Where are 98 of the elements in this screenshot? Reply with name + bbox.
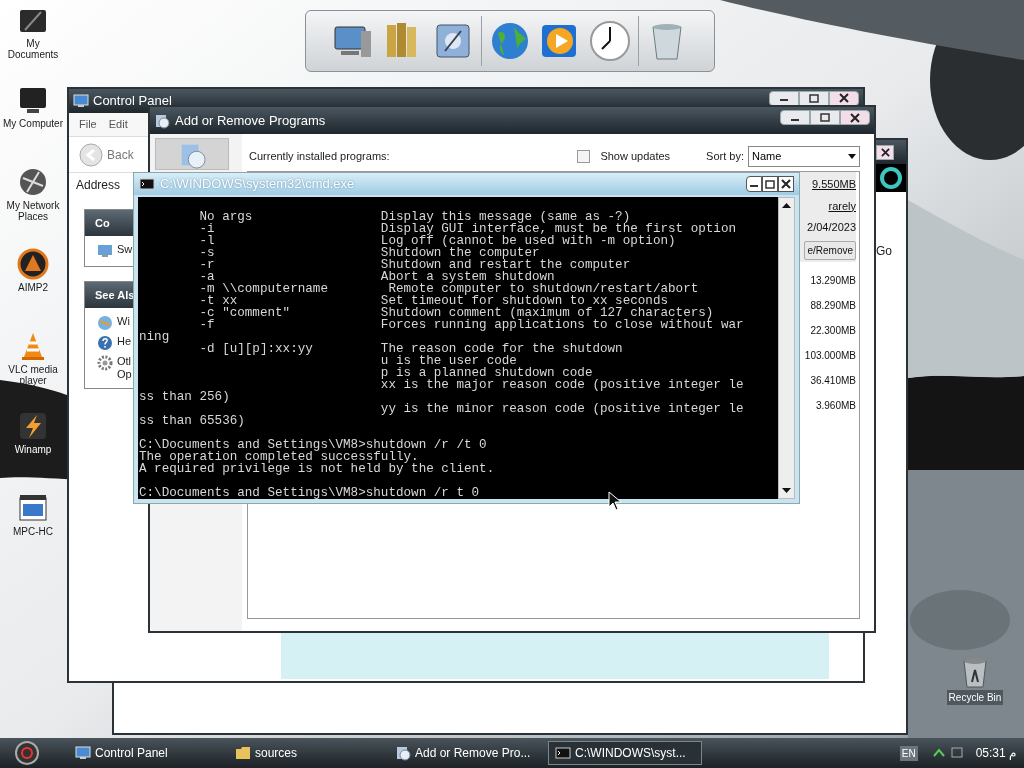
menu-item[interactable]: File — [79, 116, 97, 133]
close-button[interactable] — [876, 144, 894, 160]
clock: 05:31 م — [975, 745, 1016, 762]
program-size: 103.000MB — [804, 348, 856, 363]
sort-dropdown[interactable]: Name — [748, 145, 860, 167]
program-size: 88.290MB — [810, 298, 856, 313]
mouse-pointer-icon — [608, 491, 622, 511]
taskbar-button[interactable]: C:\WINDOWS\syst... — [548, 741, 702, 765]
scrollbar[interactable] — [778, 197, 795, 499]
console-line: p is a planned shutdown code — [379, 367, 594, 379]
console-line: ss than 256) — [139, 391, 231, 403]
desktop-icon-label[interactable]: My Documents — [1, 38, 65, 60]
task-pane-heading: Co — [95, 215, 110, 231]
close-icon — [839, 93, 849, 103]
task-pane-heading: See Als — [95, 287, 135, 303]
show-updates-checkbox[interactable] — [577, 149, 591, 163]
close-button[interactable] — [840, 110, 870, 125]
console-line: -c "comment" Shutdown comment (maximum of 127 characters) — [198, 307, 715, 319]
sort-label: Sort by: — [706, 148, 744, 164]
console-line: No args Display this message (same as -?) — [198, 211, 631, 223]
console-line: -r Shutdown and restart the computer — [198, 259, 632, 271]
console-line: yy is the minor reason code (positive integer le — [379, 403, 745, 415]
task-link[interactable]: Wi — [117, 315, 130, 328]
ring-logo-icon — [878, 166, 904, 190]
close-icon — [880, 147, 890, 157]
disc-box-icon — [154, 112, 170, 129]
console-icon — [139, 176, 155, 192]
console-line: -a Abort a system shutdown — [198, 271, 555, 283]
console-line: A required privilege is not held by the client. — [139, 463, 496, 475]
program-size: 22.300MB — [810, 323, 856, 338]
console-icon — [555, 745, 571, 761]
console-line: -l Log off (cannot be used with -m option) — [198, 235, 677, 247]
close-icon — [781, 179, 791, 189]
change-remove-button[interactable]: e/Remove — [804, 240, 856, 260]
console-line: ss than 65536) — [139, 415, 246, 427]
clock-icon[interactable] — [588, 19, 632, 63]
list-heading: Currently installed programs: — [249, 148, 390, 164]
console-line: -m \\computername Remote computer to shutdown/restart/abort — [198, 283, 700, 295]
address-label: Address — [76, 177, 121, 194]
console-line: -s Shutdown the computer — [198, 247, 540, 259]
console-line: -i Display GUI interface, must be the first option — [198, 223, 738, 235]
selected-program-row[interactable]: 9.550MB rarely 2/04/2023 e/Remove — [800, 172, 856, 262]
last-used-value: 2/04/2023 — [807, 220, 856, 235]
maximize-icon — [765, 179, 775, 189]
program-size: 36.410MB — [810, 373, 856, 388]
console-line: C:\Documents and Settings\VM8>shutdown /r /t 0 — [139, 439, 488, 451]
start-orb-icon[interactable] — [12, 740, 42, 766]
desktop-icon-label[interactable]: Winamp — [14, 444, 52, 455]
program-size: 3.960MB — [815, 398, 856, 413]
console-line: -f Forces running applications to close without war — [198, 319, 745, 331]
task-link[interactable]: Op — [117, 368, 132, 381]
lightning-icon — [17, 410, 49, 442]
window-title: Add or Remove Programs — [175, 111, 326, 130]
console-line: The operation completed successfully. — [139, 451, 419, 463]
console-line: C:\Documents and Settings\VM8>shutdown /r t 0 — [139, 487, 481, 499]
desktop-icon-label[interactable]: AIMP2 — [18, 282, 48, 293]
task-link[interactable]: Otl — [117, 355, 132, 368]
language-indicator[interactable]: EN — [899, 745, 918, 761]
maximize-button[interactable] — [762, 176, 778, 192]
taskbar-button[interactable]: sources — [228, 741, 382, 765]
minimize-button[interactable] — [746, 176, 762, 192]
desktop-icon-label[interactable]: My Computer — [3, 118, 63, 129]
program-size: 13.290MB — [810, 273, 856, 288]
dropdown-arrow-icon — [848, 153, 856, 159]
desktop-icon-label[interactable]: My Network Places — [1, 200, 65, 222]
menu-item[interactable]: Edit — [108, 116, 128, 133]
maximize-button[interactable] — [810, 110, 840, 125]
trash-icon — [960, 656, 990, 688]
minimize-button[interactable] — [780, 110, 810, 125]
taskbar-button[interactable]: Control Panel — [68, 741, 222, 765]
console-line: -d [u][p]:xx:yy The reason code for the shutdown — [198, 343, 624, 355]
console-line: u is the user code — [379, 355, 517, 367]
desktop-icon-label[interactable]: VLC media player — [1, 364, 65, 386]
maximize-button[interactable] — [799, 90, 829, 106]
console-line: ning — [139, 331, 171, 343]
close-button[interactable] — [778, 176, 794, 192]
disc-box-icon — [395, 745, 411, 761]
taskbar-button[interactable]: Add or Remove Pro... — [388, 741, 542, 765]
help-icon — [97, 335, 113, 351]
window-title: Control Panel — [93, 92, 172, 111]
film-icon — [17, 492, 49, 524]
task-link[interactable]: He — [117, 335, 132, 348]
desktop-icon-label[interactable]: MPC-HC — [13, 526, 53, 537]
close-icon — [850, 112, 860, 123]
desktop-icon-label[interactable]: Recycle Bin — [946, 690, 1004, 705]
console-line: -t xx Set timeout for shutdown to xx seconds — [198, 295, 669, 307]
minimize-button[interactable] — [769, 90, 799, 106]
back-button[interactable]: Back — [79, 142, 134, 167]
go-button[interactable]: Go — [876, 242, 892, 260]
console-line: xx is the major reason code (positive integer le — [379, 379, 745, 391]
triangle-logo-icon — [17, 248, 49, 280]
close-button[interactable] — [829, 90, 859, 106]
checkbox-label: Show updates — [600, 148, 671, 164]
size-link[interactable]: 9.550MB — [811, 176, 856, 193]
gear-icon — [97, 355, 113, 371]
window-title: C:\WINDOWS\system32\cmd.exe — [160, 175, 355, 194]
frequency-link[interactable]: rarely — [828, 197, 856, 214]
task-link[interactable]: Sw — [117, 243, 133, 256]
